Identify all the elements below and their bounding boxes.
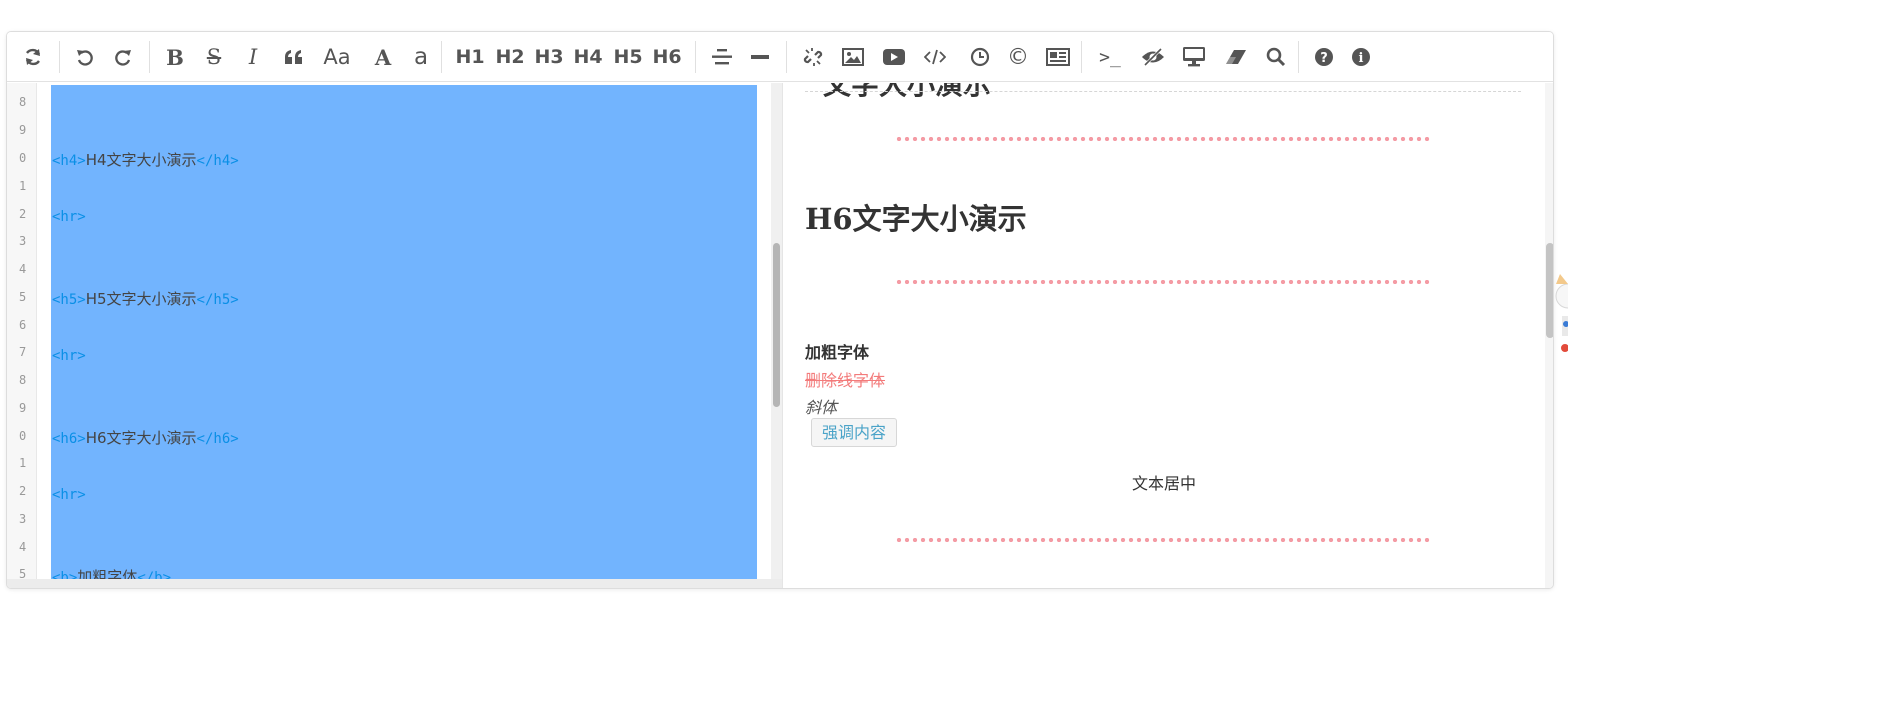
help-icon[interactable]: ?	[1313, 40, 1335, 74]
preview-bold-text: 加粗字体	[805, 343, 870, 362]
preview-hr	[895, 538, 1431, 542]
line-number: 7	[19, 345, 27, 359]
svg-text:i: i	[1359, 51, 1364, 66]
code-line[interactable]: <h4>H4文字大小演示</h4>	[52, 150, 239, 171]
preview-hr	[895, 280, 1431, 284]
preview-hr	[895, 137, 1431, 141]
link-icon[interactable]	[801, 40, 825, 74]
line-number: 9	[19, 401, 27, 415]
video-icon[interactable]	[881, 40, 907, 74]
preview-strike-text: 删除线字体	[805, 371, 886, 390]
align-center-icon[interactable]	[711, 40, 733, 74]
h3-button[interactable]: H3	[534, 40, 564, 74]
h4-button[interactable]: H4	[573, 40, 603, 74]
line-number: 8	[19, 373, 27, 387]
code-editor[interactable]: <h4>H4文字大小演示</h4> <hr> <h5>H5文字大小演示</h5>…	[38, 83, 771, 579]
svg-text:?: ?	[1320, 51, 1328, 66]
info-icon[interactable]: i	[1350, 40, 1372, 74]
h5-button[interactable]: H5	[613, 40, 643, 74]
code-line[interactable]: <h6>H6文字大小演示</h6>	[52, 428, 239, 449]
eraser-icon[interactable]	[1223, 40, 1249, 74]
bold-icon[interactable]: B	[164, 40, 186, 74]
line-number: 1	[19, 179, 27, 193]
eye-slash-icon[interactable]	[1140, 40, 1166, 74]
uppercase-A-icon[interactable]: A	[371, 40, 395, 74]
h1-button[interactable]: H1	[455, 40, 485, 74]
uppercase-icon[interactable]: Aa	[319, 40, 355, 74]
search-icon[interactable]	[1264, 40, 1288, 74]
toolbar: B S I Aa A a H1 H2 H3 H4 H5 H6 © >_ ? i	[7, 32, 1553, 82]
line-number: 4	[19, 540, 27, 554]
code-line[interactable]: <h5>H5文字大小演示</h5>	[52, 289, 239, 310]
copyright-icon[interactable]: ©	[1007, 40, 1029, 74]
preview-heading-h5: 文字大小演示	[823, 83, 992, 101]
editor-horizontal-scrollbar[interactable]	[7, 579, 782, 588]
code-line[interactable]: <hr>	[52, 206, 86, 227]
line-number: 9	[19, 123, 27, 137]
preview-heading-h6: H6文字大小演示	[805, 202, 1027, 236]
preview-emphasis-text: 强调内容	[811, 418, 898, 447]
preview-scrollbar-thumb[interactable]	[1546, 243, 1553, 338]
strikethrough-icon[interactable]: S	[203, 40, 225, 74]
line-number: 0	[19, 151, 27, 165]
undo-icon[interactable]	[73, 40, 97, 74]
line-number: 8	[19, 95, 27, 109]
code-icon[interactable]	[922, 40, 948, 74]
line-number: 1	[19, 456, 27, 470]
image-icon[interactable]	[841, 40, 865, 74]
quote-icon[interactable]	[281, 40, 307, 74]
mascot-icon	[1554, 268, 1568, 358]
preview-scrollbar[interactable]	[1545, 83, 1553, 588]
heading-underline	[805, 91, 1521, 92]
editor-scrollbar-thumb[interactable]	[773, 243, 780, 407]
lowercase-a-icon[interactable]: a	[409, 40, 433, 74]
line-number: 5	[19, 290, 27, 304]
line-number: 3	[19, 234, 27, 248]
line-number: 2	[19, 484, 27, 498]
preview-pane: 文字大小演示 H6文字大小演示 加粗字体 删除线字体 斜体 强调内容 文本居中	[783, 83, 1545, 588]
editor-scrollbar[interactable]	[771, 83, 782, 579]
markdown-editor: B S I Aa A a H1 H2 H3 H4 H5 H6 © >_ ? i …	[6, 31, 1554, 589]
italic-icon[interactable]: I	[243, 40, 263, 74]
line-number: 0	[19, 429, 27, 443]
preview-center-text: 文本居中	[1131, 474, 1196, 493]
desktop-icon[interactable]	[1181, 40, 1207, 74]
line-number: 2	[19, 207, 27, 221]
redo-icon[interactable]	[111, 40, 135, 74]
line-number: 4	[19, 262, 27, 276]
line-number: 3	[19, 512, 27, 526]
line-number: 5	[19, 567, 27, 579]
hr-icon[interactable]	[749, 40, 771, 74]
line-number: 6	[19, 318, 27, 332]
refresh-icon[interactable]	[21, 40, 45, 74]
clock-icon[interactable]	[969, 40, 991, 74]
code-line[interactable]: <b>加粗字体</b>	[52, 567, 171, 579]
line-number-gutter: 8 9 0 1 2 3 4 5 6 7 8 9 0 1 2 3 4 5	[7, 83, 37, 579]
preview-italic-text: 斜体	[805, 398, 838, 417]
code-line[interactable]: <hr>	[52, 484, 86, 505]
code-line[interactable]: <hr>	[52, 345, 86, 366]
terminal-icon[interactable]: >_	[1097, 40, 1123, 74]
newspaper-icon[interactable]	[1045, 40, 1071, 74]
h6-button[interactable]: H6	[652, 40, 682, 74]
h2-button[interactable]: H2	[495, 40, 525, 74]
